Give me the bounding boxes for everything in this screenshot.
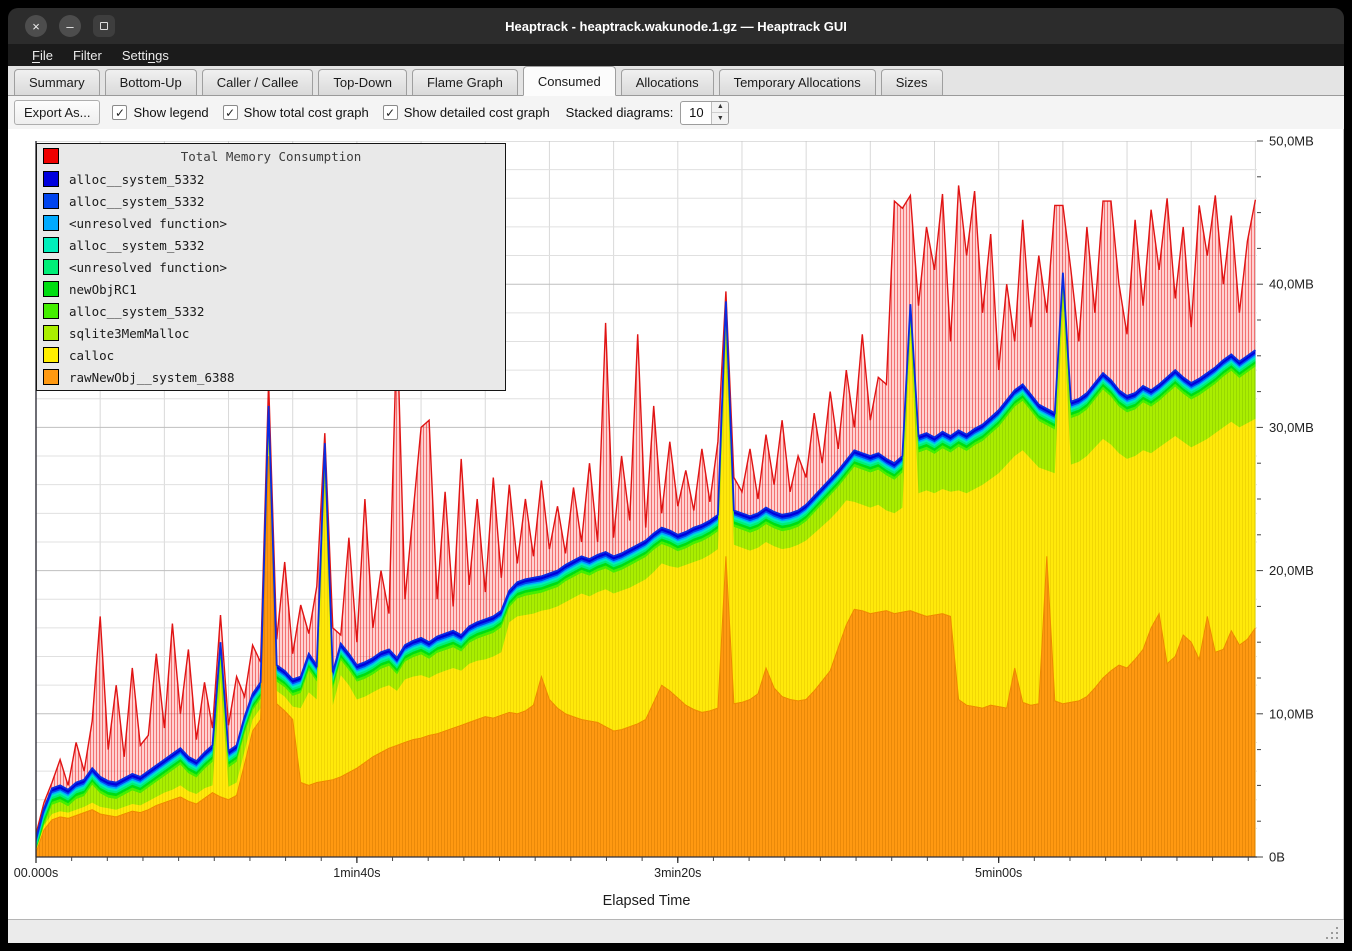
- legend-label: <unresolved function>: [69, 260, 227, 275]
- tab-temporary-allocations[interactable]: Temporary Allocations: [719, 69, 876, 95]
- legend-label: rawNewObj__system_6388: [69, 370, 235, 385]
- y-tick-label: 10,0MB: [1269, 706, 1314, 721]
- checkbox-show-total-cost-graph[interactable]: ✓ Show total cost graph: [223, 105, 369, 120]
- legend-label: alloc__system_5332: [69, 194, 204, 209]
- x-axis-label: Elapsed Time: [603, 893, 691, 909]
- checkbox-show-legend[interactable]: ✓ Show legend: [112, 105, 208, 120]
- legend-swatch: [43, 193, 59, 209]
- checkbox-icon: ✓: [112, 105, 127, 120]
- status-strip: [8, 919, 1344, 943]
- tab-flame-graph[interactable]: Flame Graph: [412, 69, 518, 95]
- tab-consumed[interactable]: Consumed: [523, 66, 616, 96]
- legend-swatch: [43, 215, 59, 231]
- chart-legend: Total Memory Consumption alloc__system_5…: [36, 143, 506, 391]
- menu-item-file[interactable]: File: [22, 46, 63, 65]
- legend-label: newObjRC1: [69, 282, 137, 297]
- legend-item: rawNewObj__system_6388: [37, 366, 505, 388]
- checkbox-label: Show total cost graph: [244, 105, 369, 120]
- x-tick-label: 1min40s: [333, 866, 380, 880]
- legend-label: alloc__system_5332: [69, 238, 204, 253]
- legend-label: alloc__system_5332: [69, 304, 204, 319]
- legend-label: calloc: [69, 348, 114, 363]
- legend-item: newObjRC1: [37, 278, 505, 300]
- legend-title-row: Total Memory Consumption: [37, 144, 505, 168]
- legend-swatch: [43, 325, 59, 341]
- legend-item: <unresolved function>: [37, 212, 505, 234]
- legend-item: calloc: [37, 344, 505, 366]
- y-tick-label: 0B: [1269, 850, 1285, 865]
- legend-swatch: [43, 259, 59, 275]
- checkbox-icon: ✓: [223, 105, 238, 120]
- legend-title: Total Memory Consumption: [37, 149, 505, 164]
- x-tick-label: 3min20s: [654, 866, 701, 880]
- app-window: × – Heaptrack - heaptrack.wakunode.1.gz …: [0, 0, 1352, 951]
- checkbox-label: Show detailed cost graph: [404, 105, 550, 120]
- legend-item: alloc__system_5332: [37, 300, 505, 322]
- legend-swatch: [43, 347, 59, 363]
- y-tick-label: 50,0MB: [1269, 134, 1314, 149]
- tab-caller-callee[interactable]: Caller / Callee: [202, 69, 314, 95]
- stacked-diagrams-spinbox[interactable]: 10 ▲ ▼: [680, 101, 729, 125]
- menu-item-filter[interactable]: Filter: [63, 46, 112, 65]
- tab-top-down[interactable]: Top-Down: [318, 69, 407, 95]
- y-tick-label: 20,0MB: [1269, 563, 1314, 578]
- legend-label: alloc__system_5332: [69, 172, 204, 187]
- export-as-button[interactable]: Export As...: [14, 100, 100, 125]
- x-tick-label: 5min00s: [975, 866, 1022, 880]
- title-bar: × – Heaptrack - heaptrack.wakunode.1.gz …: [8, 8, 1344, 44]
- legend-item: sqlite3MemMalloc: [37, 322, 505, 344]
- tab-summary[interactable]: Summary: [14, 69, 100, 95]
- spinbox-up-button[interactable]: ▲: [712, 102, 728, 114]
- checkbox-label: Show legend: [133, 105, 208, 120]
- legend-item: alloc__system_5332: [37, 168, 505, 190]
- legend-item: alloc__system_5332: [37, 190, 505, 212]
- legend-swatch: [43, 369, 59, 385]
- resize-grip-icon[interactable]: [1324, 925, 1338, 939]
- legend-swatch: [43, 303, 59, 319]
- legend-label: <unresolved function>: [69, 216, 227, 231]
- legend-swatch: [43, 171, 59, 187]
- menu-bar: FileFilterSettings: [8, 44, 1344, 66]
- legend-swatch: [43, 237, 59, 253]
- toolbar: Export As... ✓ Show legend ✓ Show total cos…: [8, 96, 1344, 129]
- checkbox-icon: ✓: [383, 105, 398, 120]
- tab-bottom-up[interactable]: Bottom-Up: [105, 69, 197, 95]
- legend-swatch: [43, 281, 59, 297]
- y-tick-label: 30,0MB: [1269, 420, 1314, 435]
- legend-item: alloc__system_5332: [37, 234, 505, 256]
- tab-bar: SummaryBottom-UpCaller / CalleeTop-DownF…: [8, 66, 1344, 96]
- stacked-diagrams-value: 10: [681, 102, 711, 124]
- window-title: Heaptrack - heaptrack.wakunode.1.gz — He…: [8, 8, 1344, 44]
- checkbox-show-detailed-cost-graph[interactable]: ✓ Show detailed cost graph: [383, 105, 550, 120]
- x-tick-label: 00.000s: [14, 866, 58, 880]
- stacked-diagrams-label: Stacked diagrams:: [566, 105, 674, 120]
- legend-item: <unresolved function>: [37, 256, 505, 278]
- legend-label: sqlite3MemMalloc: [69, 326, 189, 341]
- spinbox-down-button[interactable]: ▼: [712, 113, 728, 124]
- tab-sizes[interactable]: Sizes: [881, 69, 943, 95]
- tab-allocations[interactable]: Allocations: [621, 69, 714, 95]
- menu-item-settings[interactable]: Settings: [112, 46, 179, 65]
- y-tick-label: 40,0MB: [1269, 277, 1314, 292]
